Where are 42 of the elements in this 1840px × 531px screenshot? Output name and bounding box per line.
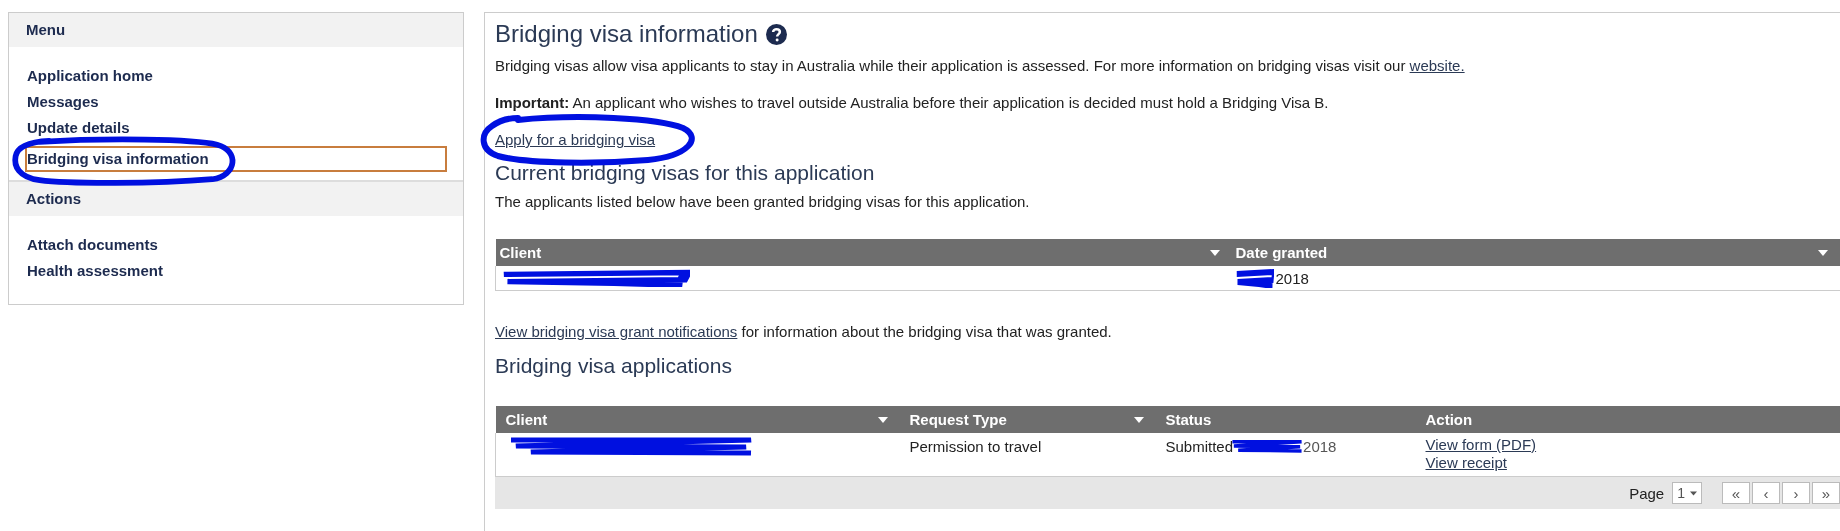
pager-button[interactable]: ‹ — [1752, 482, 1780, 504]
sidebar-item[interactable]: Update details — [25, 115, 447, 141]
intro-text: Bridging visas allow visa applicants to stay in Australia while their application is assessed. For more information on bridging visas visit our website. — [495, 57, 1466, 74]
description-text: The applicants listed below have been granted bridging visas for this application. — [495, 193, 1031, 210]
sidebar-item[interactable]: Health assessment — [25, 258, 447, 284]
pager-button[interactable]: « — [1722, 482, 1750, 504]
apply-link[interactable]: Apply for a bridging visa — [495, 131, 656, 148]
caret-icon[interactable] — [1818, 249, 1828, 256]
column-header[interactable]: Client — [495, 239, 1232, 266]
page-label: Page — [1629, 484, 1665, 502]
action-link[interactable]: View receipt — [1425, 454, 1830, 472]
column-header[interactable]: Client — [495, 406, 900, 433]
action-link[interactable]: View form (PDF) — [1425, 436, 1830, 454]
notifications-text: for information about the bridging visa that was granted. — [741, 323, 1112, 340]
column-header[interactable]: Date granted — [1231, 239, 1840, 266]
website-link[interactable]: website. — [1409, 57, 1465, 74]
section-header: Actions — [9, 180, 463, 216]
sidebar-item[interactable]: Messages — [25, 89, 447, 115]
table-cell: Submitted — [1165, 437, 1234, 455]
caret-icon[interactable] — [877, 416, 888, 423]
column-header[interactable]: Request Type — [899, 406, 1156, 433]
help-icon[interactable] — [765, 23, 787, 45]
table-cell: 2018 — [1275, 269, 1309, 287]
table-cell: 2018 — [1303, 437, 1337, 455]
caret-icon[interactable] — [1133, 416, 1144, 423]
important-note: Important: An applicant who wishes to travel outside Australia before their application is decided must hold a Bridging Visa B. — [495, 94, 1330, 111]
notifications-link[interactable]: View bridging visa grant notifications — [495, 323, 738, 340]
table-cell: Permission to travel — [909, 437, 1042, 455]
column-header[interactable]: Action — [1415, 406, 1840, 433]
section-heading: Bridging visa applications — [495, 354, 733, 378]
section-header: Menu — [9, 13, 463, 47]
pager-button[interactable]: › — [1782, 482, 1810, 504]
pager-button[interactable]: » — [1812, 482, 1840, 504]
page-select[interactable]: 1 — [1672, 482, 1702, 504]
sidebar-item[interactable]: Bridging visa information — [25, 146, 447, 172]
caret-icon[interactable] — [1209, 249, 1220, 256]
column-header[interactable]: Status — [1155, 406, 1416, 433]
caret-icon[interactable] — [1690, 490, 1697, 496]
sidebar-item[interactable]: Application home — [25, 63, 447, 89]
section-heading: Current bridging visas for this application — [495, 161, 876, 185]
page-title: Bridging visa information — [495, 20, 758, 48]
sidebar-item[interactable]: Attach documents — [25, 232, 447, 258]
